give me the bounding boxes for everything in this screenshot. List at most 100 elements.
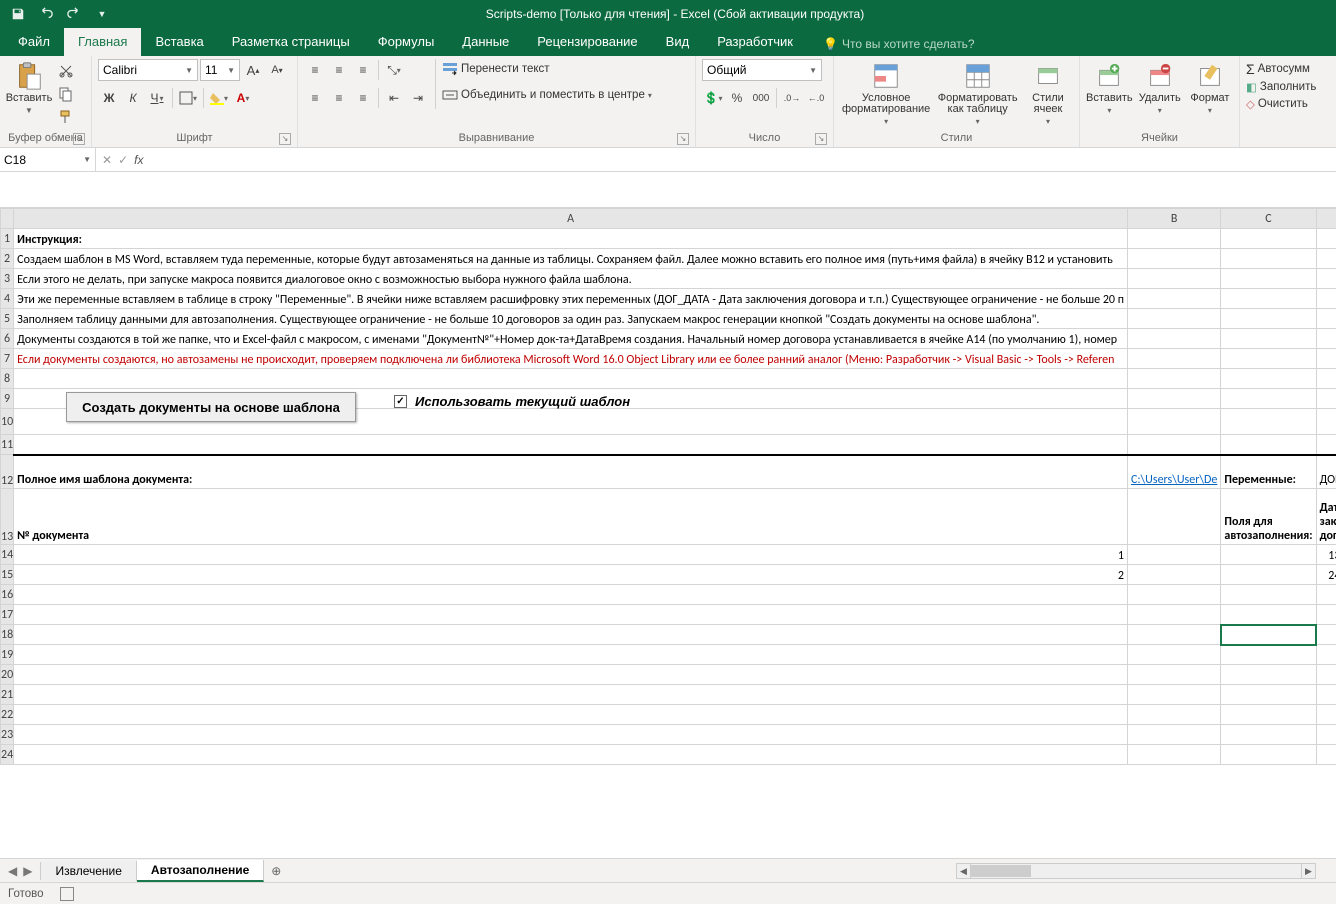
create-documents-button[interactable]: Создать документы на основе шаблона bbox=[66, 392, 356, 422]
tab-nav-next-icon[interactable]: ▶ bbox=[23, 864, 32, 878]
row-header[interactable]: 5 bbox=[1, 309, 14, 329]
cell[interactable]: 2 bbox=[14, 565, 1128, 585]
row-header[interactable]: 15 bbox=[1, 565, 14, 585]
horizontal-scrollbar[interactable]: ◀ ▶ bbox=[956, 863, 1316, 879]
tab-home[interactable]: Главная bbox=[64, 28, 141, 56]
cell[interactable]: Поля для автозаполнения: bbox=[1221, 489, 1316, 545]
cell[interactable] bbox=[1127, 545, 1220, 565]
decrease-font-icon[interactable]: A▾ bbox=[266, 59, 288, 81]
delete-cells-button[interactable]: Удалить▾ bbox=[1137, 59, 1183, 115]
row-header[interactable]: 23 bbox=[1, 725, 14, 745]
font-color-icon[interactable]: A▾ bbox=[232, 87, 254, 109]
row-header[interactable]: 8 bbox=[1, 369, 14, 389]
cell[interactable] bbox=[14, 435, 1128, 455]
tab-file[interactable]: Файл bbox=[4, 28, 64, 56]
cell[interactable] bbox=[14, 625, 1128, 645]
row-header[interactable]: 14 bbox=[1, 545, 14, 565]
name-box[interactable]: C18▼ bbox=[0, 148, 96, 171]
cell[interactable] bbox=[14, 605, 1128, 625]
active-cell[interactable] bbox=[1221, 625, 1316, 645]
redo-icon[interactable] bbox=[62, 3, 86, 25]
cell[interactable]: 13.03.2018 bbox=[1316, 545, 1336, 565]
use-current-template-checkbox[interactable]: ✓ Использовать текущий шаблон bbox=[394, 394, 630, 409]
cell[interactable] bbox=[14, 745, 1128, 765]
sheet-tab[interactable]: Извлечение bbox=[41, 861, 136, 881]
row-header[interactable]: 7 bbox=[1, 349, 14, 369]
merge-center-button[interactable]: Объединить и поместить в центре▾ bbox=[442, 87, 652, 103]
paste-button[interactable]: Вставить ▼ bbox=[6, 59, 52, 115]
row-header[interactable]: 18 bbox=[1, 625, 14, 645]
orientation-icon[interactable]: ⤡▾ bbox=[383, 59, 405, 81]
format-cells-button[interactable]: Формат▾ bbox=[1187, 59, 1233, 115]
row-header[interactable]: 4 bbox=[1, 289, 14, 309]
cell[interactable]: Если документы создаются, но автозамены … bbox=[14, 349, 1128, 369]
cell[interactable]: Дата заключения договора bbox=[1316, 489, 1336, 545]
decrease-decimal-icon[interactable]: ←.0 bbox=[805, 87, 827, 109]
row-header[interactable]: 16 bbox=[1, 585, 14, 605]
cell[interactable]: Полное имя шаблона документа: bbox=[14, 455, 1128, 489]
accounting-format-icon[interactable]: 💲▾ bbox=[702, 87, 724, 109]
enter-formula-icon[interactable]: ✓ bbox=[118, 153, 128, 167]
row-header[interactable]: 21 bbox=[1, 685, 14, 705]
worksheet-grid[interactable]: ABCDEFGHIJKLM 1Инструкция: 2Создаем шабл… bbox=[0, 208, 1336, 858]
cancel-formula-icon[interactable]: ✕ bbox=[102, 153, 112, 167]
scroll-right-icon[interactable]: ▶ bbox=[1301, 864, 1315, 878]
cell[interactable] bbox=[14, 685, 1128, 705]
align-bottom-icon[interactable]: ≡ bbox=[352, 59, 374, 81]
row-header[interactable]: 6 bbox=[1, 329, 14, 349]
format-painter-icon[interactable] bbox=[56, 107, 76, 127]
cell[interactable] bbox=[1127, 565, 1220, 585]
cell[interactable] bbox=[14, 585, 1128, 605]
fill-button[interactable]: ◧Заполнить bbox=[1246, 80, 1316, 94]
tab-view[interactable]: Вид bbox=[652, 28, 704, 56]
cell[interactable]: Документы создаются в той же папке, что … bbox=[14, 329, 1128, 349]
row-header[interactable]: 20 bbox=[1, 665, 14, 685]
percent-format-icon[interactable]: % bbox=[726, 87, 748, 109]
font-name-select[interactable]: Calibri▼ bbox=[98, 59, 198, 81]
font-size-select[interactable]: 11▼ bbox=[200, 59, 240, 81]
insert-function-icon[interactable]: fx bbox=[134, 153, 143, 167]
qat-customize-icon[interactable]: ▼ bbox=[90, 3, 114, 25]
formula-input[interactable] bbox=[149, 148, 1336, 171]
scroll-thumb[interactable] bbox=[971, 865, 1031, 877]
scroll-left-icon[interactable]: ◀ bbox=[957, 864, 971, 878]
cut-icon[interactable] bbox=[56, 61, 76, 81]
row-header[interactable]: 3 bbox=[1, 269, 14, 289]
cell[interactable]: 24.02.2019 bbox=[1316, 565, 1336, 585]
cell-styles-button[interactable]: Стили ячеек▾ bbox=[1023, 59, 1073, 126]
cell[interactable]: Заполняем таблицу данными для автозаполн… bbox=[14, 309, 1128, 329]
tab-nav-prev-icon[interactable]: ◀ bbox=[8, 864, 17, 878]
column-headers[interactable]: ABCDEFGHIJKLM bbox=[1, 209, 1336, 229]
row-header[interactable]: 1 bbox=[1, 229, 14, 249]
comma-format-icon[interactable]: 000 bbox=[750, 87, 772, 109]
cell[interactable] bbox=[14, 645, 1128, 665]
cell[interactable] bbox=[14, 369, 1128, 389]
row-header[interactable]: 9 bbox=[1, 389, 14, 409]
tab-developer[interactable]: Разработчик bbox=[703, 28, 807, 56]
border-icon[interactable]: ▾ bbox=[177, 87, 199, 109]
cell[interactable] bbox=[1221, 565, 1316, 585]
cell[interactable]: Если этого не делать, при запуске макрос… bbox=[14, 269, 1128, 289]
align-top-icon[interactable]: ≡ bbox=[304, 59, 326, 81]
row-header[interactable]: 22 bbox=[1, 705, 14, 725]
wrap-text-button[interactable]: Перенести текст bbox=[442, 61, 652, 77]
save-icon[interactable] bbox=[6, 3, 30, 25]
dialog-launcher-icon[interactable]: ↘ bbox=[279, 133, 291, 145]
underline-button[interactable]: Ч▾ bbox=[146, 87, 168, 109]
align-left-icon[interactable]: ≡ bbox=[304, 87, 326, 109]
insert-cells-button[interactable]: Вставить▾ bbox=[1086, 59, 1133, 115]
dialog-launcher-icon[interactable]: ↘ bbox=[677, 133, 689, 145]
italic-button[interactable]: К bbox=[122, 87, 144, 109]
decrease-indent-icon[interactable]: ⇤ bbox=[383, 87, 405, 109]
macro-record-icon[interactable] bbox=[60, 887, 74, 901]
cell[interactable] bbox=[14, 725, 1128, 745]
new-sheet-icon[interactable]: ⊕ bbox=[264, 859, 288, 883]
row-header[interactable]: 19 bbox=[1, 645, 14, 665]
undo-icon[interactable] bbox=[34, 3, 58, 25]
align-middle-icon[interactable]: ≡ bbox=[328, 59, 350, 81]
cell[interactable]: Эти же переменные вставляем в таблице в … bbox=[14, 289, 1128, 309]
row-header[interactable]: 10 bbox=[1, 409, 14, 435]
bold-button[interactable]: Ж bbox=[98, 87, 120, 109]
increase-font-icon[interactable]: A▴ bbox=[242, 59, 264, 81]
increase-decimal-icon[interactable]: .0→ bbox=[781, 87, 803, 109]
